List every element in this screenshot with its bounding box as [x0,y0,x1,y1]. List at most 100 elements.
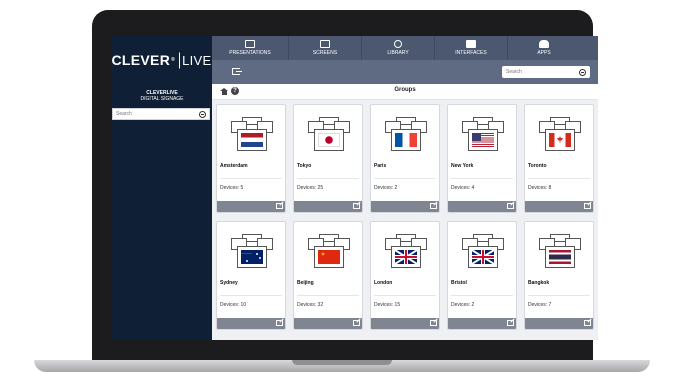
group-name: Beijing [297,280,314,286]
page-title: Groups [394,87,416,93]
divider [451,178,513,179]
group-name: Bristol [451,280,467,286]
group-devices: Devices: 8 [528,185,552,191]
logout-icon[interactable] [232,68,242,75]
nav-presentations[interactable]: PRESENTATIONS [212,36,289,60]
screen-shape [314,129,344,151]
group-card[interactable]: Bristol Devices: 2 [447,221,517,330]
group-devices: Devices: 2 [451,302,475,308]
group-devices: Devices: 7 [528,302,552,308]
card-footer [371,318,439,329]
brand-name: CLEVER [112,52,171,68]
edit-icon[interactable] [353,203,360,209]
search-clear-icon[interactable] [199,110,206,118]
divider [220,178,282,179]
nav-screens[interactable]: SCREENS [289,36,362,60]
edit-icon[interactable] [276,203,283,209]
edit-icon[interactable] [276,320,283,326]
card-footer [217,318,285,329]
group-devices: Devices: 25 [297,185,324,191]
groups-grid: Amsterdam Devices: 5 Tokyo Devices: 25 P… [216,104,596,340]
nav-label: INTERFACES [455,50,487,56]
group-devices: Devices: 15 [374,302,401,308]
divider [297,178,359,179]
group-name: Sydney [220,280,238,286]
star-icon [321,252,325,256]
screen-shape [314,246,344,268]
nav-library[interactable]: LIBRARY [362,36,435,60]
uk-red-v [482,250,484,264]
group-card[interactable]: Bangkok Devices: 7 [524,221,594,330]
sidebar-search-input[interactable] [113,109,199,119]
star-icon [259,257,261,259]
top-search [502,66,590,78]
usa-canton [472,133,481,141]
nav-apps[interactable]: APPS [508,36,580,60]
screen-shape [391,246,421,268]
screens-illustration [231,117,273,151]
usa-flag-icon [472,133,494,147]
search-clear-icon[interactable] [579,68,586,76]
nav-label: PRESENTATIONS [229,50,271,56]
group-card[interactable]: Tokyo Devices: 25 [293,104,363,213]
nav-label: APPS [537,50,551,56]
card-footer [448,318,516,329]
screen-shape [468,246,498,268]
group-name: Paris [374,163,387,169]
sidebar-search [112,108,210,120]
group-card[interactable]: London Devices: 15 [370,221,440,330]
nav-interfaces[interactable]: INTERFACES [435,36,508,60]
screens-illustration [308,117,350,151]
edit-icon[interactable] [507,320,514,326]
union-jack-canton [241,250,252,257]
users-icon [466,40,476,48]
group-card[interactable]: Beijing Devices: 32 [293,221,363,330]
group-devices: Devices: 4 [451,185,475,191]
brand-live: LIVE [179,51,215,69]
edit-icon[interactable] [353,320,360,326]
maple-leaf-icon [557,136,563,143]
screens-illustration [308,234,350,268]
screens-illustration [231,234,273,268]
app-screen: CLEVER ® LIVE CLEVERLIVE DIGITAL SIGNAGE… [112,36,598,340]
screens-illustration [539,117,581,151]
edit-icon[interactable] [430,203,437,209]
group-card[interactable]: Amsterdam Devices: 5 [216,104,286,213]
japan-flag-icon [318,133,340,147]
breadcrumb-bar: ? Groups [212,84,598,100]
divider [528,178,590,179]
brand-mark: ® [171,57,176,63]
group-card[interactable]: New York Devices: 4 [447,104,517,213]
group-name: Tokyo [297,163,312,169]
screen-shape [237,129,267,151]
star-icon [256,253,258,255]
card-footer [371,201,439,212]
library-icon [394,40,402,48]
screens-illustration [385,117,427,151]
group-name: London [374,280,393,286]
group-card[interactable]: Sydney Devices: 10 [216,221,286,330]
screens-illustration [385,234,427,268]
group-name: New York [451,163,474,169]
divider [528,295,590,296]
edit-icon[interactable] [507,203,514,209]
nav-label: SCREENS [312,50,338,56]
divider [374,178,436,179]
group-devices: Devices: 2 [374,185,398,191]
top-search-input[interactable] [506,69,566,75]
star-icon [246,260,248,262]
laptop-notch [292,360,392,365]
brand-logo[interactable]: CLEVER ® LIVE [112,45,215,75]
group-card[interactable]: Paris Devices: 2 [370,104,440,213]
edit-icon[interactable] [584,320,591,326]
edit-icon[interactable] [430,320,437,326]
screens-illustration [539,234,581,268]
edit-icon[interactable] [584,203,591,209]
australia-flag-icon [241,250,263,264]
screen-shape [545,246,575,268]
divider [297,295,359,296]
uk-red-v [405,250,407,264]
group-devices: Devices: 10 [220,302,247,308]
group-card[interactable]: Toronto Devices: 8 [524,104,594,213]
top-navigation: PRESENTATIONS SCREENS LIBRARY INTERFACES… [212,36,598,60]
